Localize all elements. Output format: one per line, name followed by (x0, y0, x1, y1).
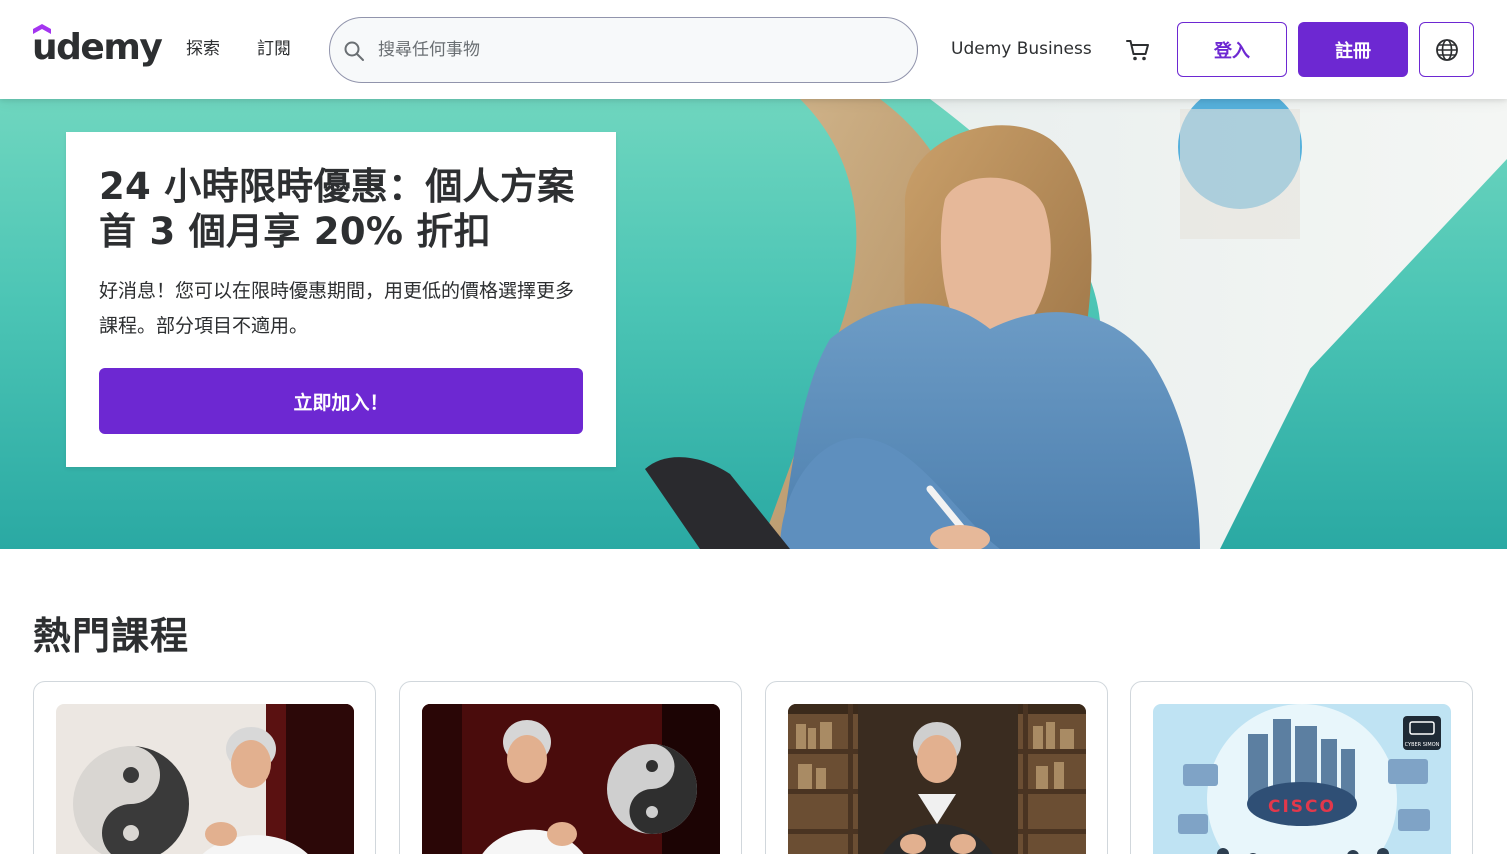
globe-icon (1435, 38, 1458, 61)
course-image-cisco: CYBER SIMON CISCO (1153, 704, 1451, 854)
join-now-button[interactable]: 立即加入！ (99, 368, 583, 434)
cart-icon[interactable] (1124, 36, 1152, 64)
search-icon[interactable] (342, 39, 366, 63)
language-button[interactable] (1419, 22, 1474, 77)
search-input[interactable] (378, 34, 898, 66)
nav-subscribe[interactable]: 訂閱 (257, 37, 291, 61)
course-card[interactable]: CYBER SIMON CISCO (1130, 681, 1473, 854)
course-thumbnail (788, 704, 1086, 854)
signup-button[interactable]: 註冊 (1298, 22, 1408, 77)
course-thumbnail: CYBER SIMON CISCO (1153, 704, 1451, 854)
promo-title: 24 小時限時優惠：個人方案首 3 個月享 20% 折扣 (99, 165, 575, 253)
logo-wordmark: udemy (32, 27, 163, 68)
course-image-library (788, 704, 1086, 854)
nav-explore[interactable]: 探索 (186, 37, 220, 61)
promo-card: 24 小時限時優惠：個人方案首 3 個月享 20% 折扣 好消息！您可以在限時優… (66, 132, 616, 467)
hero-banner: 24 小時限時優惠：個人方案首 3 個月享 20% 折扣 好消息！您可以在限時優… (0, 99, 1507, 549)
popular-courses-heading: 熱門課程 (33, 614, 190, 658)
promo-description: 好消息！您可以在限時優惠期間，用更低的價格選擇更多課程。部分項目不適用。 (99, 280, 575, 337)
course-image-yinyang-2 (422, 704, 720, 854)
course-thumbnail (422, 704, 720, 854)
course-card[interactable] (33, 681, 376, 854)
course-badge-text: CYBER SIMON (1405, 742, 1440, 748)
course-card[interactable] (765, 681, 1108, 854)
course-thumb-text: CISCO (1268, 797, 1336, 817)
udemy-business-link[interactable]: Udemy Business (951, 37, 1092, 61)
search-bar[interactable] (329, 17, 918, 83)
course-thumbnail (56, 704, 354, 854)
course-card[interactable] (399, 681, 742, 854)
top-header: udemy 探索 訂閱 Udemy Business 登入 註冊 (0, 0, 1507, 99)
udemy-logo[interactable]: udemy (32, 24, 163, 74)
course-image-yinyang-1 (56, 704, 354, 854)
login-button[interactable]: 登入 (1177, 22, 1287, 77)
